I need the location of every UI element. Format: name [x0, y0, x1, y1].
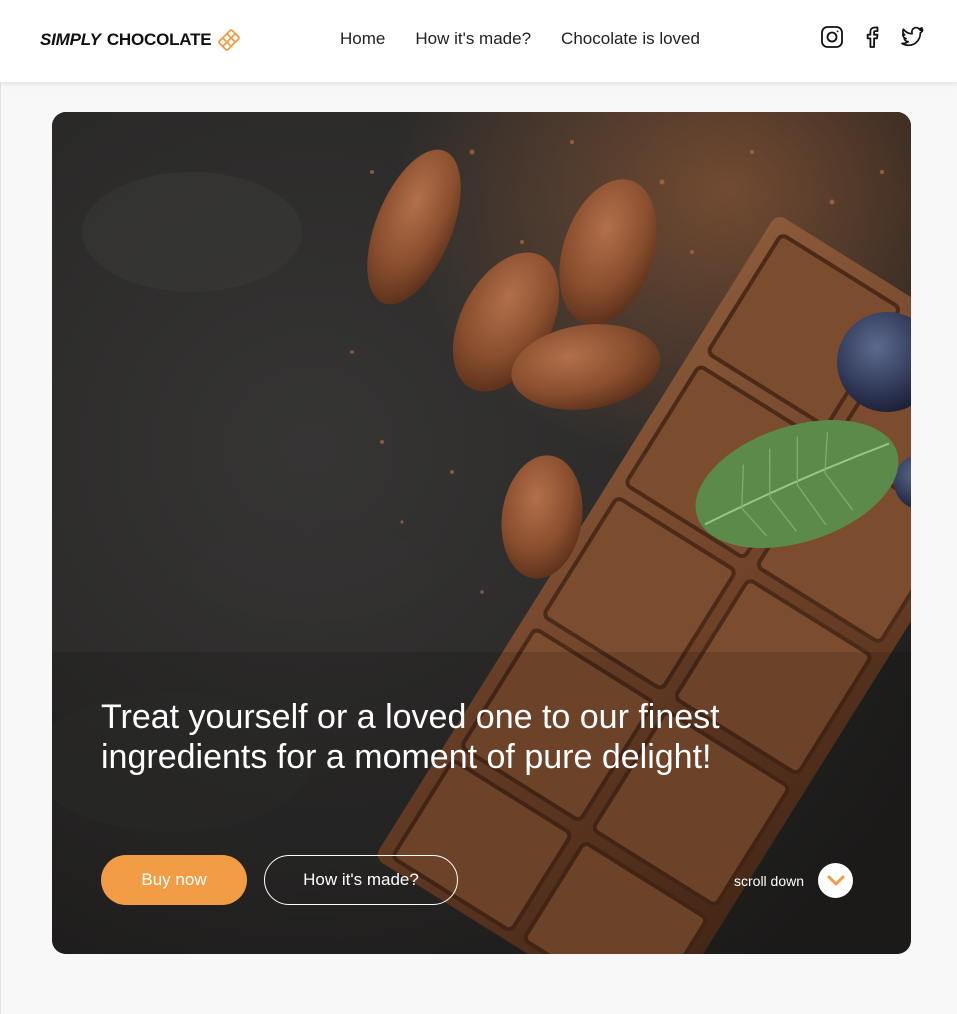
- nav-home[interactable]: Home: [340, 29, 385, 49]
- chevron-down-icon: [827, 875, 845, 885]
- twitter-icon: [901, 26, 924, 47]
- chocolate-bar-icon: [218, 29, 241, 51]
- twitter-link[interactable]: [900, 24, 924, 50]
- facebook-icon: [866, 26, 879, 48]
- main-nav: Home How it's made? Chocolate is loved: [340, 29, 700, 49]
- page-left-border: [0, 0, 1, 1014]
- facebook-link[interactable]: [860, 24, 884, 50]
- scroll-down-button[interactable]: [818, 863, 854, 898]
- logo-word-chocolate: CHOCOLATE: [106, 30, 212, 49]
- instagram-icon: [821, 26, 843, 48]
- hero-banner: Treat yourself or a loved one to our fin…: [52, 112, 911, 954]
- scroll-down[interactable]: scroll down: [734, 863, 854, 898]
- hero-chocolate-image: [52, 112, 911, 954]
- buy-now-button[interactable]: Buy now: [101, 855, 247, 905]
- logo-word-simply: SIMPLY: [40, 30, 101, 49]
- social-links: [820, 24, 924, 50]
- site-header: SIMPLY CHOCOLATE Home How it's made? Cho…: [0, 0, 957, 82]
- instagram-link[interactable]: [820, 24, 844, 50]
- how-its-made-button[interactable]: How it's made?: [264, 855, 458, 905]
- scroll-down-label: scroll down: [734, 872, 805, 889]
- nav-chocolate-is-loved[interactable]: Chocolate is loved: [561, 29, 700, 49]
- logo[interactable]: SIMPLY CHOCOLATE: [40, 28, 241, 52]
- nav-how-its-made[interactable]: How it's made?: [415, 29, 531, 49]
- hero-title: Treat yourself or a loved one to our fin…: [101, 698, 720, 776]
